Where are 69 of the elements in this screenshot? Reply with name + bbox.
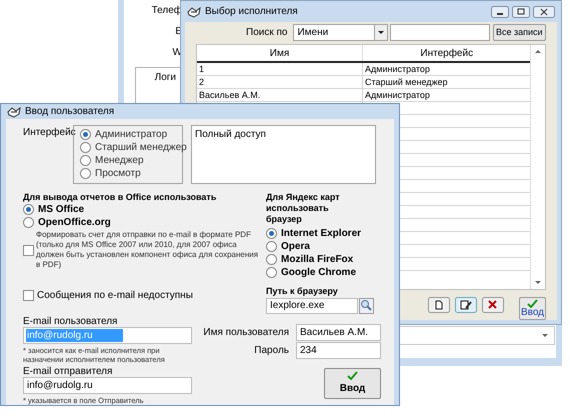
radio-button[interactable] [266, 254, 277, 265]
dropdown-arrow-icon [378, 31, 384, 34]
edit-icon[interactable] [455, 297, 477, 313]
table-cell: 2 [197, 76, 363, 88]
field-label: Поиск по [246, 26, 288, 40]
radio-label: Администратор [95, 128, 168, 142]
check-icon [527, 299, 538, 308]
dropdown-field[interactable] [400, 326, 555, 345]
user-name-field[interactable]: Васильев А.М. [296, 324, 381, 341]
field-label: E-mail пользователя [23, 316, 118, 327]
field-label: E-mail отправителя [23, 366, 114, 377]
email-field[interactable]: info@rudolg.ru [23, 377, 192, 394]
scroll-up-icon[interactable] [535, 50, 542, 53]
field-label: Имя пользователя [203, 326, 289, 340]
minimize-icon[interactable] [491, 6, 509, 18]
radio-button[interactable] [23, 217, 34, 228]
table-cell-text: Администратор [364, 63, 431, 75]
radio-label: OpenOffice.org [38, 216, 111, 230]
radio-button[interactable] [80, 168, 91, 179]
radio-label: Mozilla FireFox [281, 253, 354, 267]
radio-button[interactable] [80, 129, 91, 140]
radio-button[interactable] [23, 204, 34, 215]
checkbox-label: Сообщения по e-mail недоступны [37, 289, 193, 303]
radio-label: Internet Explorer [281, 227, 362, 241]
radio-label: Google Chrome [281, 266, 356, 280]
table-cell: Васильев А.М. [197, 89, 363, 101]
radio-label: Просмотр [95, 167, 141, 181]
all-records-button[interactable]: Все записи [492, 24, 546, 41]
field-label: Интерфейс [23, 126, 73, 139]
checkbox[interactable] [23, 290, 34, 301]
close-icon[interactable] [533, 6, 555, 18]
check-icon [347, 371, 358, 380]
section-heading: Путь к браузеру [266, 286, 339, 297]
table-cell-text: Старший менеджер [364, 76, 449, 88]
search-icon[interactable] [359, 298, 374, 314]
section-heading: Для Яндекс карт использовать браузер [266, 192, 341, 225]
section-heading: Для вывода отчетов в Office использовать [23, 192, 218, 203]
table-cell-text: Администратор [364, 89, 431, 101]
description-box: Полный доступ [191, 125, 376, 184]
password-field[interactable]: 234 [296, 342, 381, 359]
radio-button[interactable] [266, 228, 277, 239]
delete-icon[interactable] [482, 297, 504, 313]
radio-button[interactable] [266, 267, 277, 278]
radio-label: Opera [281, 240, 310, 254]
field-label: Пароль [254, 344, 289, 358]
checkbox[interactable] [23, 244, 34, 256]
radio-button[interactable] [80, 155, 91, 166]
new-document-icon[interactable] [428, 297, 450, 313]
browser-path-field[interactable]: Iexplore.exe [266, 298, 358, 314]
dropdown-arrow-icon [542, 334, 548, 337]
radio-button[interactable] [266, 241, 277, 252]
radio-label: Менеджер [95, 154, 144, 168]
window-title: Выбор исполнителя [205, 5, 299, 19]
window-title: Ввод пользователя [25, 105, 114, 119]
radio-label: Старший менеджер [95, 141, 187, 155]
form-label: Логи [154, 72, 176, 84]
radio-button[interactable] [80, 142, 91, 153]
search-field[interactable] [390, 24, 490, 41]
column-header[interactable]: Имя [197, 45, 363, 61]
enter-button[interactable]: Ввод [324, 368, 381, 399]
table-cell: 1 [197, 63, 363, 75]
scroll-down-icon[interactable] [535, 281, 542, 284]
maximize-icon[interactable] [512, 6, 530, 18]
app-icon [187, 6, 201, 18]
checkbox-label: Формировать счет для отправки по e-mail в формате PDF (только для MS Office 2007 или 2010, для 2007 офиса должен быть установлен компонент офиса для сохранения в PDF) [36, 230, 260, 270]
radio-label: MS Office [38, 203, 84, 217]
enter-button[interactable]: Ввод [519, 297, 546, 320]
dropdown-field[interactable]: Имени [293, 24, 388, 41]
column-header[interactable]: Интерфейс [363, 45, 530, 61]
